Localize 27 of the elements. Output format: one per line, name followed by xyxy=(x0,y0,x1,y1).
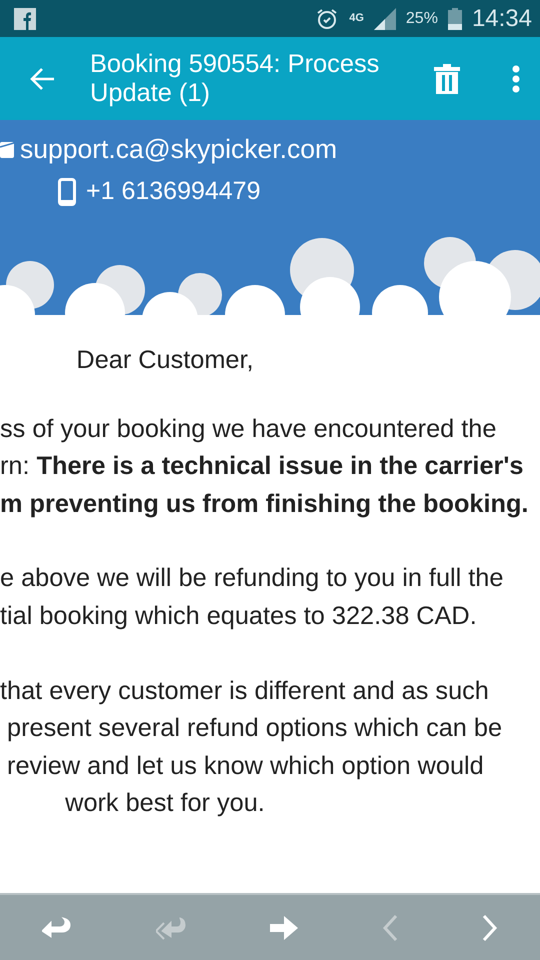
message-line: review and let us know which option would xyxy=(6,750,485,782)
more-vertical-icon xyxy=(512,64,520,92)
battery-icon xyxy=(448,8,462,30)
phone-icon xyxy=(58,178,76,206)
chevron-right-icon xyxy=(482,914,498,942)
message-line: that every customer is different and as such xyxy=(0,676,490,707)
chevron-left-icon xyxy=(382,914,398,942)
reply-arrow-icon xyxy=(42,914,72,940)
message-line: tial booking which equates to 322.38 CAD. xyxy=(0,600,478,632)
signal-icon xyxy=(374,8,396,30)
battery-percent: 25% xyxy=(406,10,438,28)
greeting-text: Dear Customer, xyxy=(75,345,255,376)
reply-all-arrow-icon xyxy=(156,914,186,940)
message-line: ss of your booking we have encountered the xyxy=(0,414,498,445)
email-subject: Booking 590554: Process Update (1) xyxy=(90,50,380,108)
facebook-icon xyxy=(14,8,36,30)
message-line: e above we will be refunding to you in full the xyxy=(0,563,504,594)
message-line: rn: There is a technical issue in the carrier's xyxy=(0,451,524,482)
message-line: work best for you. xyxy=(64,788,266,820)
message-line: m preventing us from finishing the booking. xyxy=(0,488,530,520)
clock-time: 14:34 xyxy=(472,4,532,32)
network-type: 4G xyxy=(349,13,364,24)
forward-arrow-icon xyxy=(270,916,298,940)
email-address: support.ca@skypicker.com xyxy=(20,134,338,165)
phone-number: +1 6136994479 xyxy=(86,177,260,206)
alarm-icon xyxy=(315,6,340,30)
message-line: present several refund options which can be xyxy=(6,713,504,744)
